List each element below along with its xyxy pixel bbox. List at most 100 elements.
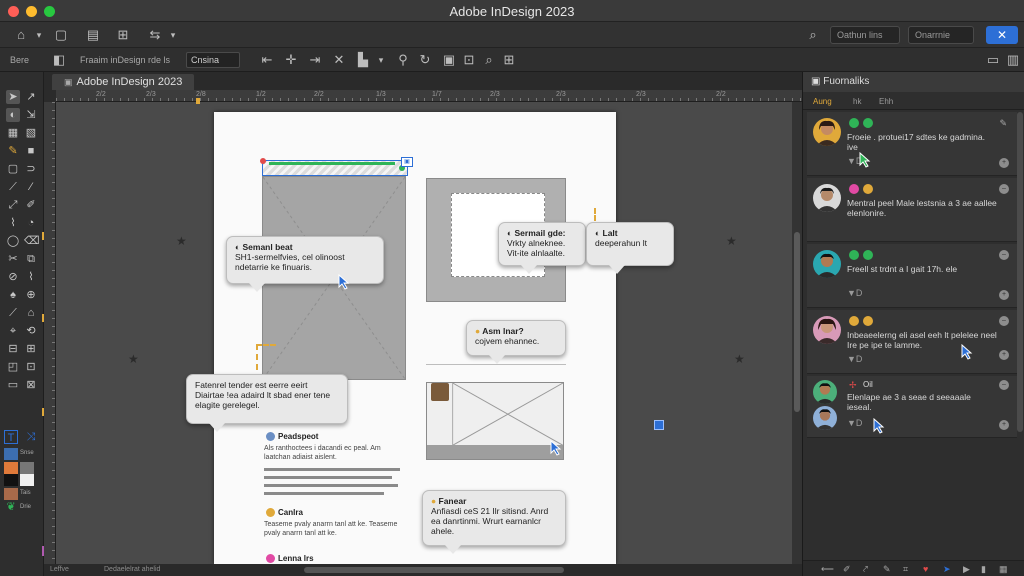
- callout-bubble[interactable]: ● Asm lnar? cojvem ehannec.: [466, 320, 566, 364]
- selection-tool-icon[interactable]: ➤: [6, 90, 20, 104]
- add-reply-button[interactable]: +: [999, 290, 1009, 300]
- search-input[interactable]: Oathun lins: [830, 26, 900, 44]
- anchor-point[interactable]: [260, 158, 266, 164]
- screen-mode-icon[interactable]: ▭: [6, 378, 20, 392]
- resolve-button[interactable]: –: [999, 184, 1009, 194]
- callout-bubble[interactable]: Fatenrel tender est eerre eeirt Diairtae…: [186, 374, 348, 432]
- comment-item[interactable]: ✢ Oil Elenlape ae 3 a seae d seeaaale ie…: [807, 376, 1017, 438]
- selected-frame[interactable]: ▣: [260, 157, 413, 176]
- mode-icon[interactable]: ⊡: [24, 360, 38, 374]
- fill-type-icon[interactable]: T: [4, 430, 18, 444]
- workspace-select[interactable]: Onarrnie: [908, 26, 974, 44]
- callout-bubble[interactable]: ◐ Sermail gde: Vrkty alneknee. Vit-ite a…: [498, 222, 586, 274]
- home-icon[interactable]: ⌂: [12, 26, 30, 44]
- tab-hk[interactable]: hk: [853, 97, 861, 106]
- comment-item[interactable]: Freell st trdnt a I gait 17h. ele ▼D – +: [807, 244, 1017, 308]
- resolve-button[interactable]: –: [999, 250, 1009, 260]
- pen-icon[interactable]: ✐: [843, 564, 851, 575]
- pin-icon[interactable]: ✎: [883, 564, 891, 575]
- transform-icon[interactable]: ✕: [330, 51, 348, 69]
- type-on-path-icon[interactable]: ■: [24, 144, 38, 158]
- link-icon[interactable]: ⤤: [863, 564, 868, 575]
- eraser-tool-icon[interactable]: ⌫: [24, 234, 40, 248]
- section-body[interactable]: Teaseme pvaly anarrn tanl att ke. Teasem…: [264, 520, 406, 538]
- close-icon[interactable]: ▣: [64, 77, 73, 87]
- document-tab[interactable]: ▣ Adobe InDesign 2023: [52, 74, 195, 90]
- ellipse-frame-icon[interactable]: ◔: [24, 216, 38, 230]
- content-collector-icon[interactable]: ▦: [6, 126, 20, 140]
- distribute-icon[interactable]: ▙: [354, 51, 372, 69]
- direct-selection-tool-icon[interactable]: ↗: [24, 90, 38, 104]
- add-reply-button[interactable]: +: [999, 420, 1009, 430]
- tab-all[interactable]: Aung: [813, 97, 832, 106]
- section-heading[interactable]: Lenna lrs: [278, 554, 314, 563]
- chevron-down-icon[interactable]: ▾: [30, 26, 48, 44]
- black-swatch[interactable]: [4, 474, 18, 486]
- scissors-tool-icon[interactable]: ✂: [6, 252, 20, 266]
- add-reply-button[interactable]: +: [999, 350, 1009, 360]
- comment-item[interactable]: Froeie . protuei17 sdtes ke gadmina. ive…: [807, 112, 1017, 176]
- tab-ehh[interactable]: Ehh: [879, 97, 893, 106]
- arrange-icon[interactable]: ⇆: [146, 26, 164, 44]
- pencil-tool-icon[interactable]: ⟋: [6, 180, 20, 194]
- vertical-ruler[interactable]: [44, 102, 56, 564]
- pen-tool-icon[interactable]: ⊃: [24, 162, 38, 176]
- move-icon[interactable]: ✛: [282, 51, 300, 69]
- hand-tool-icon[interactable]: ⌂: [24, 306, 38, 320]
- grid-tool-icon[interactable]: ⊞: [24, 342, 38, 356]
- comment-meta[interactable]: ▼D: [847, 354, 862, 364]
- comment-item[interactable]: Mentral peel Male lestsnia a 3 ae aallee…: [807, 178, 1017, 242]
- align-right-icon[interactable]: ⇥: [306, 51, 324, 69]
- brush-tool-icon[interactable]: ✐: [24, 198, 38, 212]
- style-select[interactable]: Cnsina: [186, 52, 240, 68]
- selection-handle[interactable]: [654, 420, 664, 430]
- horizontal-ruler[interactable]: 2/2 2/3 2/8 1/2 2/2 1/3 1/7 2/3 2/3 2/3 …: [56, 90, 802, 102]
- grid-icon[interactable]: ▦: [999, 564, 1008, 575]
- swap-colors-icon[interactable]: ⤨: [24, 430, 38, 444]
- section-heading[interactable]: Canlra: [278, 508, 303, 517]
- frame-tool-icon[interactable]: ⊟: [6, 342, 20, 356]
- note-tool-icon[interactable]: ♠: [6, 288, 20, 302]
- none-swatch[interactable]: [20, 462, 34, 474]
- send-icon[interactable]: ➤: [943, 564, 951, 575]
- measure-tool-icon[interactable]: ⟋: [6, 306, 20, 320]
- eyedropper-tool-icon[interactable]: ⊕: [24, 288, 38, 302]
- fit-icon[interactable]: ⊡: [460, 51, 478, 69]
- page-view-icon[interactable]: ◰: [6, 360, 20, 374]
- gradient-tool-icon[interactable]: ⊘: [6, 270, 20, 284]
- chevron-down-icon[interactable]: ▾: [372, 51, 390, 69]
- status-page[interactable]: Dedaelelrat ahelid: [104, 566, 160, 573]
- chevron-down-icon[interactable]: ▾: [164, 26, 182, 44]
- stroke-swatch[interactable]: [4, 462, 18, 474]
- curve-tool-icon[interactable]: ⤢: [6, 198, 20, 212]
- rotate-icon[interactable]: ↻: [416, 51, 434, 69]
- line-tool-icon[interactable]: ▢: [6, 162, 20, 176]
- close-icon[interactable]: ✕: [986, 26, 1018, 44]
- link-icon[interactable]: ⚲: [394, 51, 412, 69]
- folder-icon[interactable]: ▮: [981, 564, 986, 575]
- zoom-tool-icon[interactable]: ⌖: [6, 324, 20, 338]
- add-reply-button[interactable]: +: [999, 158, 1009, 168]
- gradient-feather-icon[interactable]: ⌇: [24, 270, 38, 284]
- apply-color-icon[interactable]: [4, 488, 18, 500]
- horizontal-scroll-thumb[interactable]: [304, 567, 564, 573]
- doc-icon[interactable]: ▭: [984, 51, 1002, 69]
- link-tool-icon[interactable]: ⟲: [24, 324, 38, 338]
- fill-swatch[interactable]: [4, 448, 18, 460]
- free-transform-icon[interactable]: ⧉: [24, 252, 38, 266]
- gap-tool-icon[interactable]: ⇲: [24, 108, 38, 122]
- callout-bubble[interactable]: ◐ Lalt deeperahun lt: [586, 222, 674, 274]
- comment-meta[interactable]: ▼D: [847, 418, 862, 428]
- comment-item[interactable]: Inbeaeelerng eli asel eeh lt pelelee nee…: [807, 310, 1017, 374]
- selection-icon[interactable]: ◧: [50, 51, 68, 69]
- grid-icon[interactable]: ⊞: [500, 51, 518, 69]
- folder-icon[interactable]: ▤: [84, 26, 102, 44]
- search-icon[interactable]: ⌕: [804, 26, 822, 44]
- zoom-icon[interactable]: ⌕: [480, 51, 498, 69]
- control-field[interactable]: Fraaim inDesign rde ls: [80, 55, 170, 65]
- align-left-icon[interactable]: ⇤: [258, 51, 276, 69]
- frame-icon[interactable]: ▢: [52, 26, 70, 44]
- section-body[interactable]: Als ranthoctees i dacandi ec peal. Am la…: [264, 444, 404, 462]
- rectangle-frame-icon[interactable]: ⌇: [6, 216, 20, 230]
- layout-grid-icon[interactable]: ⊞: [114, 26, 132, 44]
